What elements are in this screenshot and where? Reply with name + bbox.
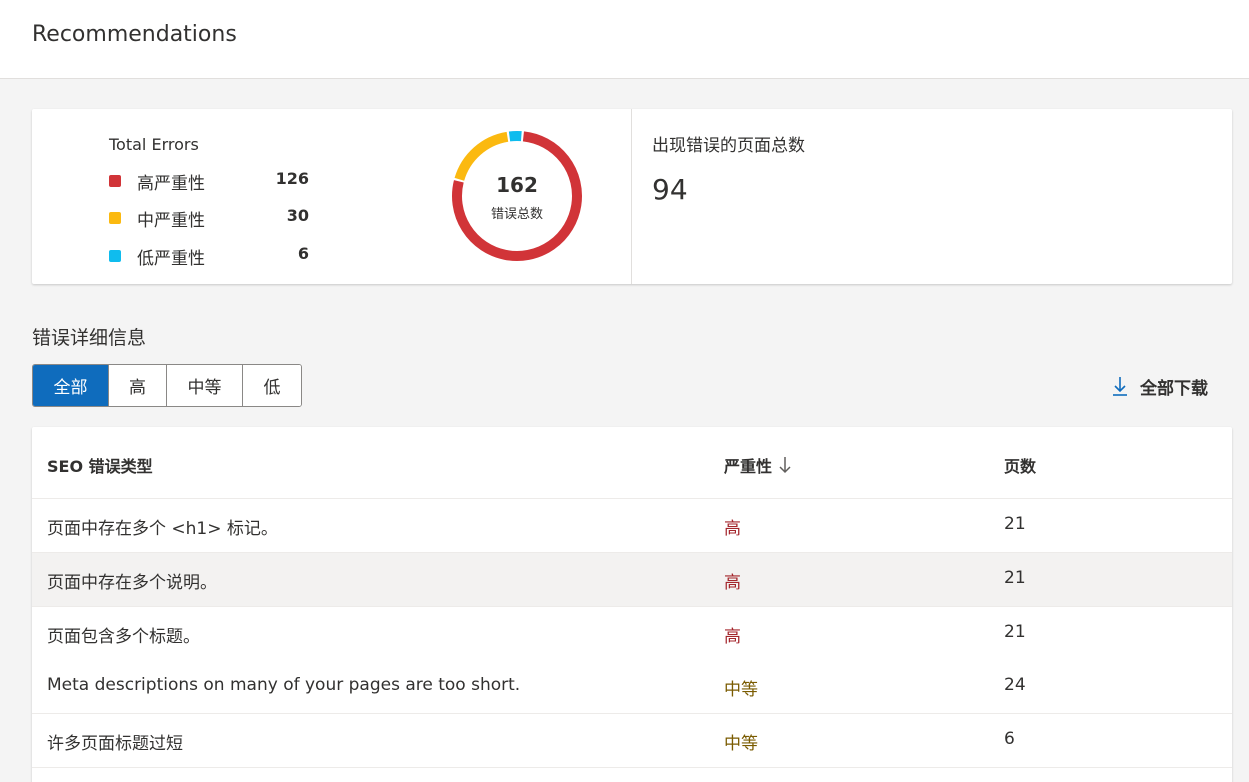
legend-item-medium: 中严重性 30: [109, 206, 309, 231]
severity-cell: 中等: [724, 734, 758, 754]
filter-all-button[interactable]: 全部: [33, 365, 109, 406]
pages-with-errors-label: 出现错误的页面总数: [652, 136, 805, 156]
error-type-cell: 页面包含多个标题。: [47, 627, 200, 647]
pages-cell: 21: [1004, 514, 1026, 534]
section-title: 错误详细信息: [32, 327, 147, 349]
high-severity-dot-icon: [109, 175, 121, 187]
arrow-down-icon: [779, 457, 791, 474]
table-row[interactable]: Meta descriptions on many of your pages …: [32, 660, 1232, 714]
legend-item-low: 低严重性 6: [109, 244, 309, 269]
legend-count: 6: [297, 244, 309, 263]
column-header-label: SEO 错误类型: [47, 457, 153, 476]
legend-label: 高严重性: [137, 174, 205, 194]
filter-high-button[interactable]: 高: [109, 365, 167, 406]
column-header-label: 严重性: [724, 457, 773, 476]
pages-with-errors-value: 94: [652, 173, 688, 206]
error-type-cell: Meta descriptions on many of your pages …: [47, 675, 521, 695]
summary-card: Total Errors 高严重性 126 中严重性 30 低严重性 6 162…: [32, 109, 1232, 284]
table-row[interactable]: 页面中存在多个 <h1> 标记。 高 21: [32, 499, 1232, 553]
severity-cell: 高: [724, 627, 741, 647]
card-divider: [631, 109, 632, 284]
severity-filter: 全部 高 中等 低: [32, 364, 302, 407]
donut-total: 162: [496, 173, 538, 197]
pages-cell: 6: [1004, 729, 1015, 749]
legend-count: 126: [275, 169, 309, 188]
total-errors-label: Total Errors: [109, 135, 199, 154]
error-type-cell: 许多页面标题过短: [47, 734, 183, 754]
table-row[interactable]: 页面包含多个标题。 高 21: [32, 607, 1232, 661]
table-row[interactable]: 许多页面标题过短 中等 6: [32, 714, 1232, 768]
severity-cell: 高: [724, 519, 741, 539]
errors-table: SEO 错误类型 严重性 页数 页面中存在多个 <h1> 标记。 高 21 页面…: [32, 427, 1232, 782]
medium-severity-dot-icon: [109, 212, 121, 224]
low-severity-dot-icon: [109, 250, 121, 262]
page-header: Recommendations: [0, 0, 1249, 79]
column-header-label: 页数: [1004, 457, 1037, 476]
table-row[interactable]: 页面中存在多个说明。 高 21: [32, 553, 1232, 607]
page-title: Recommendations: [32, 22, 237, 47]
download-all-button[interactable]: 全部下载: [1110, 374, 1208, 399]
pages-cell: 21: [1004, 622, 1026, 642]
column-header-pages: 页数: [1004, 453, 1036, 477]
pages-cell: 24: [1004, 675, 1026, 695]
donut-caption: 错误总数: [490, 207, 543, 222]
filter-medium-button[interactable]: 中等: [167, 365, 243, 406]
legend-label: 低严重性: [137, 249, 205, 269]
column-header-severity[interactable]: 严重性: [724, 453, 792, 477]
download-all-label: 全部下载: [1140, 378, 1208, 399]
legend-count: 30: [286, 206, 309, 225]
error-type-cell: 页面中存在多个 <h1> 标记。: [47, 519, 278, 539]
severity-cell: 高: [724, 573, 741, 593]
column-header-type: SEO 错误类型: [47, 453, 153, 477]
error-type-cell: 页面中存在多个说明。: [47, 573, 217, 593]
severity-cell: 中等: [724, 680, 758, 700]
download-icon: [1113, 377, 1127, 396]
legend-item-high: 高严重性 126: [109, 169, 309, 194]
pages-cell: 21: [1004, 568, 1026, 588]
legend-label: 中严重性: [137, 211, 205, 231]
table-header: SEO 错误类型 严重性 页数: [32, 427, 1232, 499]
filter-low-button[interactable]: 低: [243, 365, 301, 406]
